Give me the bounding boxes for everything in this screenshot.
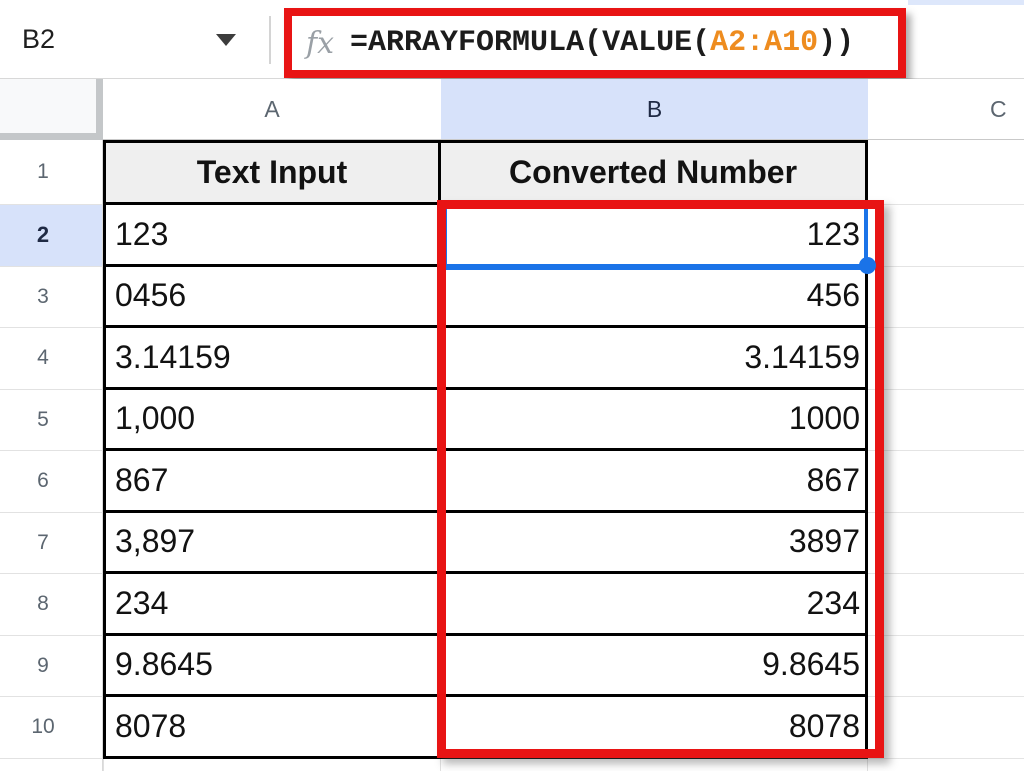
name-box[interactable]: B2 <box>22 24 55 55</box>
cell-B8[interactable]: 234 <box>441 574 868 636</box>
row-header-5[interactable]: 5 <box>0 390 103 452</box>
sheet-row-4: 43.141593.14159 <box>0 328 1024 390</box>
spreadsheet-app: B2 fx =ARRAYFORMULA(VALUE(A2:A10)) A B C… <box>0 0 1024 768</box>
sheet-row-5: 51,0001000 <box>0 390 1024 452</box>
row-header-2[interactable]: 2 <box>0 205 103 267</box>
fx-icon: fx <box>306 26 334 61</box>
sheet-row-9: 99.86459.8645 <box>0 636 1024 698</box>
cell-A5[interactable]: 1,000 <box>103 390 441 452</box>
cell-A7[interactable]: 3,897 <box>103 513 441 575</box>
cell-A8[interactable]: 234 <box>103 574 441 636</box>
fill-handle[interactable] <box>859 257 876 274</box>
cell-A10[interactable]: 8078 <box>103 697 441 759</box>
formula-prefix: =ARRAYFORMULA(VALUE( <box>350 26 710 60</box>
cell-B6[interactable]: 867 <box>441 451 868 513</box>
cell-C2[interactable] <box>868 205 1024 267</box>
select-all-corner[interactable] <box>0 79 103 140</box>
row-header-11[interactable] <box>0 759 103 771</box>
cell-B1[interactable]: Converted Number <box>441 140 868 205</box>
row-header-4[interactable]: 4 <box>0 328 103 390</box>
row-header-7[interactable]: 7 <box>0 513 103 575</box>
sheet-row-10: 1080788078 <box>0 697 1024 759</box>
cell-A1[interactable]: Text Input <box>103 140 441 205</box>
cell-B10[interactable]: 8078 <box>441 697 868 759</box>
cell-A2[interactable]: 123 <box>103 205 441 267</box>
cell-B11[interactable] <box>441 759 868 771</box>
cell-A11[interactable] <box>103 759 441 771</box>
row-header-3[interactable]: 3 <box>0 267 103 329</box>
cell-C3[interactable] <box>868 267 1024 329</box>
name-box-dropdown-icon[interactable] <box>216 34 236 46</box>
cell-C8[interactable] <box>868 574 1024 636</box>
sheet-row-11-partial <box>0 759 1024 771</box>
sheet-row-8: 8234234 <box>0 574 1024 636</box>
row-header-1[interactable]: 1 <box>0 140 103 205</box>
row-header-6[interactable]: 6 <box>0 451 103 513</box>
cell-C10[interactable] <box>868 697 1024 759</box>
cell-B9[interactable]: 9.8645 <box>441 636 868 698</box>
cell-C11[interactable] <box>868 759 1024 771</box>
sheet-row-7: 73,8973897 <box>0 513 1024 575</box>
row-header-8[interactable]: 8 <box>0 574 103 636</box>
formula-input[interactable]: =ARRAYFORMULA(VALUE(A2:A10)) <box>350 26 854 60</box>
cell-B4[interactable]: 3.14159 <box>441 328 868 390</box>
cell-C1[interactable] <box>868 140 1024 205</box>
row-header-9[interactable]: 9 <box>0 636 103 698</box>
formula-suffix: )) <box>818 26 854 60</box>
spreadsheet-grid: A B C 1Text InputConverted Number2123123… <box>0 79 1024 771</box>
cell-B3[interactable]: 456 <box>441 267 868 329</box>
column-header-c[interactable]: C <box>868 79 1024 140</box>
cell-C7[interactable] <box>868 513 1024 575</box>
sheet-row-1: 1Text InputConverted Number <box>0 140 1024 205</box>
cell-C6[interactable] <box>868 451 1024 513</box>
cell-B5[interactable]: 1000 <box>441 390 868 452</box>
row-header-10[interactable]: 10 <box>0 697 103 759</box>
sheet-row-3: 30456456 <box>0 267 1024 329</box>
formula-range: A2:A10 <box>710 26 818 60</box>
cell-A9[interactable]: 9.8645 <box>103 636 441 698</box>
grid-rows: 1Text InputConverted Number2123123304564… <box>0 140 1024 771</box>
cell-A6[interactable]: 867 <box>103 451 441 513</box>
column-header-a[interactable]: A <box>103 79 441 140</box>
cell-B7[interactable]: 3897 <box>441 513 868 575</box>
cell-A4[interactable]: 3.14159 <box>103 328 441 390</box>
cell-C9[interactable] <box>868 636 1024 698</box>
cell-C4[interactable] <box>868 328 1024 390</box>
column-header-b[interactable]: B <box>441 79 868 140</box>
toolbar-divider <box>269 16 271 64</box>
sheet-row-6: 6867867 <box>0 451 1024 513</box>
cell-C5[interactable] <box>868 390 1024 452</box>
cell-A3[interactable]: 0456 <box>103 267 441 329</box>
cell-B2[interactable]: 123 <box>441 205 868 267</box>
column-header-row: A B C <box>0 79 1024 140</box>
formula-bar-annotation-box: fx =ARRAYFORMULA(VALUE(A2:A10)) <box>284 8 906 78</box>
top-right-tint <box>908 0 1024 5</box>
